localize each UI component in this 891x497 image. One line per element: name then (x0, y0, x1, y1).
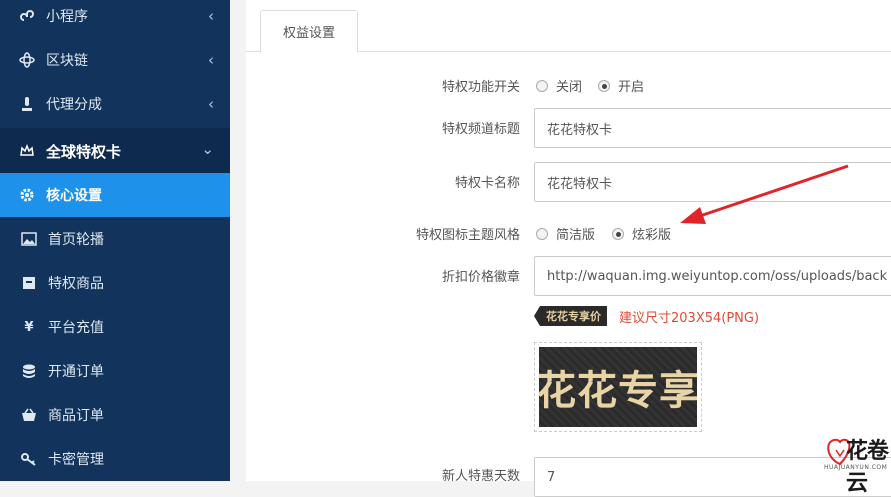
sidebar-item-blockchain[interactable]: 区块链 ‹ (0, 38, 230, 82)
icon-style-label: 特权图标主题风格 (415, 228, 520, 243)
radio-simple[interactable]: 简洁版 (536, 224, 595, 243)
radio-circle-selected (612, 227, 624, 240)
radio-circle (536, 227, 548, 240)
badge-preview-image: 花花专享 (539, 347, 697, 427)
sidebar-item-label: 特权商品 (48, 276, 104, 292)
sidebar-item-agent[interactable]: 代理分成 ‹ (0, 82, 230, 126)
discount-badge-label: 折扣价格徽章 (441, 270, 520, 285)
sidebar-item-label: 核心设置 (46, 188, 102, 204)
radio-circle (536, 79, 548, 92)
key-icon (18, 451, 40, 467)
radio-off[interactable]: 关闭 (536, 76, 582, 95)
chevron-left-icon: ‹ (208, 95, 214, 113)
chevron-down-icon: ⌄ (201, 140, 214, 158)
sidebar-item-open-orders[interactable]: 开通订单 (0, 349, 230, 393)
sidebar-item-label: 首页轮播 (48, 232, 104, 248)
sidebar-item-label: 代理分成 (46, 97, 102, 113)
tab-rights-settings[interactable]: 权益设置 (260, 10, 358, 53)
sidebar-group-global-card[interactable]: 全球特权卡 ⌄ (0, 128, 230, 174)
watermark-subtext: HUAJUANYUN.COM (824, 464, 888, 471)
basket-icon (18, 407, 40, 423)
sidebar-group-label: 全球特权卡 (46, 142, 122, 161)
sidebar-item-label: 商品订单 (48, 408, 104, 424)
sidebar-item-mini-program[interactable]: 小程序 ‹ (0, 0, 230, 38)
switch-label: 特权功能开关 (441, 80, 520, 95)
crown-icon (16, 143, 38, 159)
channel-title-label: 特权频道标题 (441, 122, 520, 137)
channel-title-input[interactable]: 花花特权卡 (534, 108, 891, 148)
radio-label: 开启 (618, 80, 645, 95)
blockchain-icon (16, 52, 38, 68)
badge-preview-frame[interactable]: 花花专享 (534, 342, 702, 432)
size-hint: 建议尺寸203X54(PNG) (619, 311, 760, 326)
sidebar-item-home-carousel[interactable]: 首页轮播 (0, 217, 230, 261)
sidebar-item-goods-orders[interactable]: 商品订单 (0, 393, 230, 437)
sidebar-item-core-settings[interactable]: 核心设置 (0, 173, 230, 217)
radio-on[interactable]: 开启 (598, 76, 644, 95)
sidebar-item-privilege-goods[interactable]: 特权商品 (0, 261, 230, 305)
box-icon (18, 275, 40, 291)
sidebar-item-label: 卡密管理 (48, 452, 104, 468)
gear-icon (16, 187, 38, 203)
chevron-left-icon: ‹ (208, 7, 214, 25)
database-icon (18, 363, 40, 379)
tab-bar: 权益设置 (246, 10, 891, 53)
yen-icon: ¥ (24, 319, 34, 335)
sidebar-item-card-key-management[interactable]: 卡密管理 (0, 437, 230, 481)
chevron-left-icon: ‹ (208, 51, 214, 69)
sidebar-item-label: 小程序 (46, 9, 88, 25)
sidebar-item-label: 平台充值 (48, 320, 104, 336)
discount-badge-url-input[interactable]: http://waquan.img.weiyuntop.com/oss/uplo… (534, 256, 891, 296)
radio-circle-selected (598, 79, 610, 92)
radio-label: 简洁版 (556, 228, 596, 243)
price-badge-sample: 花花专享价 (534, 306, 607, 326)
new-user-days-label: 新人特惠天数 (441, 469, 520, 484)
radio-label: 关闭 (556, 80, 583, 95)
card-name-label: 特权卡名称 (454, 176, 520, 191)
image-icon (18, 231, 40, 247)
agent-icon (16, 96, 38, 112)
settings-panel: 权益设置 特权功能开关 关闭 开启 特权频道标题 花花特权卡 特权卡名称 花花特… (246, 0, 891, 497)
sidebar-item-label: 开通订单 (48, 364, 104, 380)
sidebar-item-platform-recharge[interactable]: ¥ 平台充值 (0, 305, 230, 349)
sidebar: 小程序 ‹ 区块链 ‹ 代理分成 ‹ 全球特权卡 ⌄ 核心设置 首页轮播 特权商… (0, 0, 230, 481)
radio-label: 炫彩版 (632, 228, 672, 243)
card-name-input[interactable]: 花花特权卡 (534, 162, 891, 202)
mini-program-icon (16, 8, 38, 24)
main-content: 权益设置 特权功能开关 关闭 开启 特权频道标题 花花特权卡 特权卡名称 花花特… (230, 0, 891, 497)
sidebar-item-label: 区块链 (46, 53, 88, 69)
radio-colorful[interactable]: 炫彩版 (612, 224, 671, 243)
